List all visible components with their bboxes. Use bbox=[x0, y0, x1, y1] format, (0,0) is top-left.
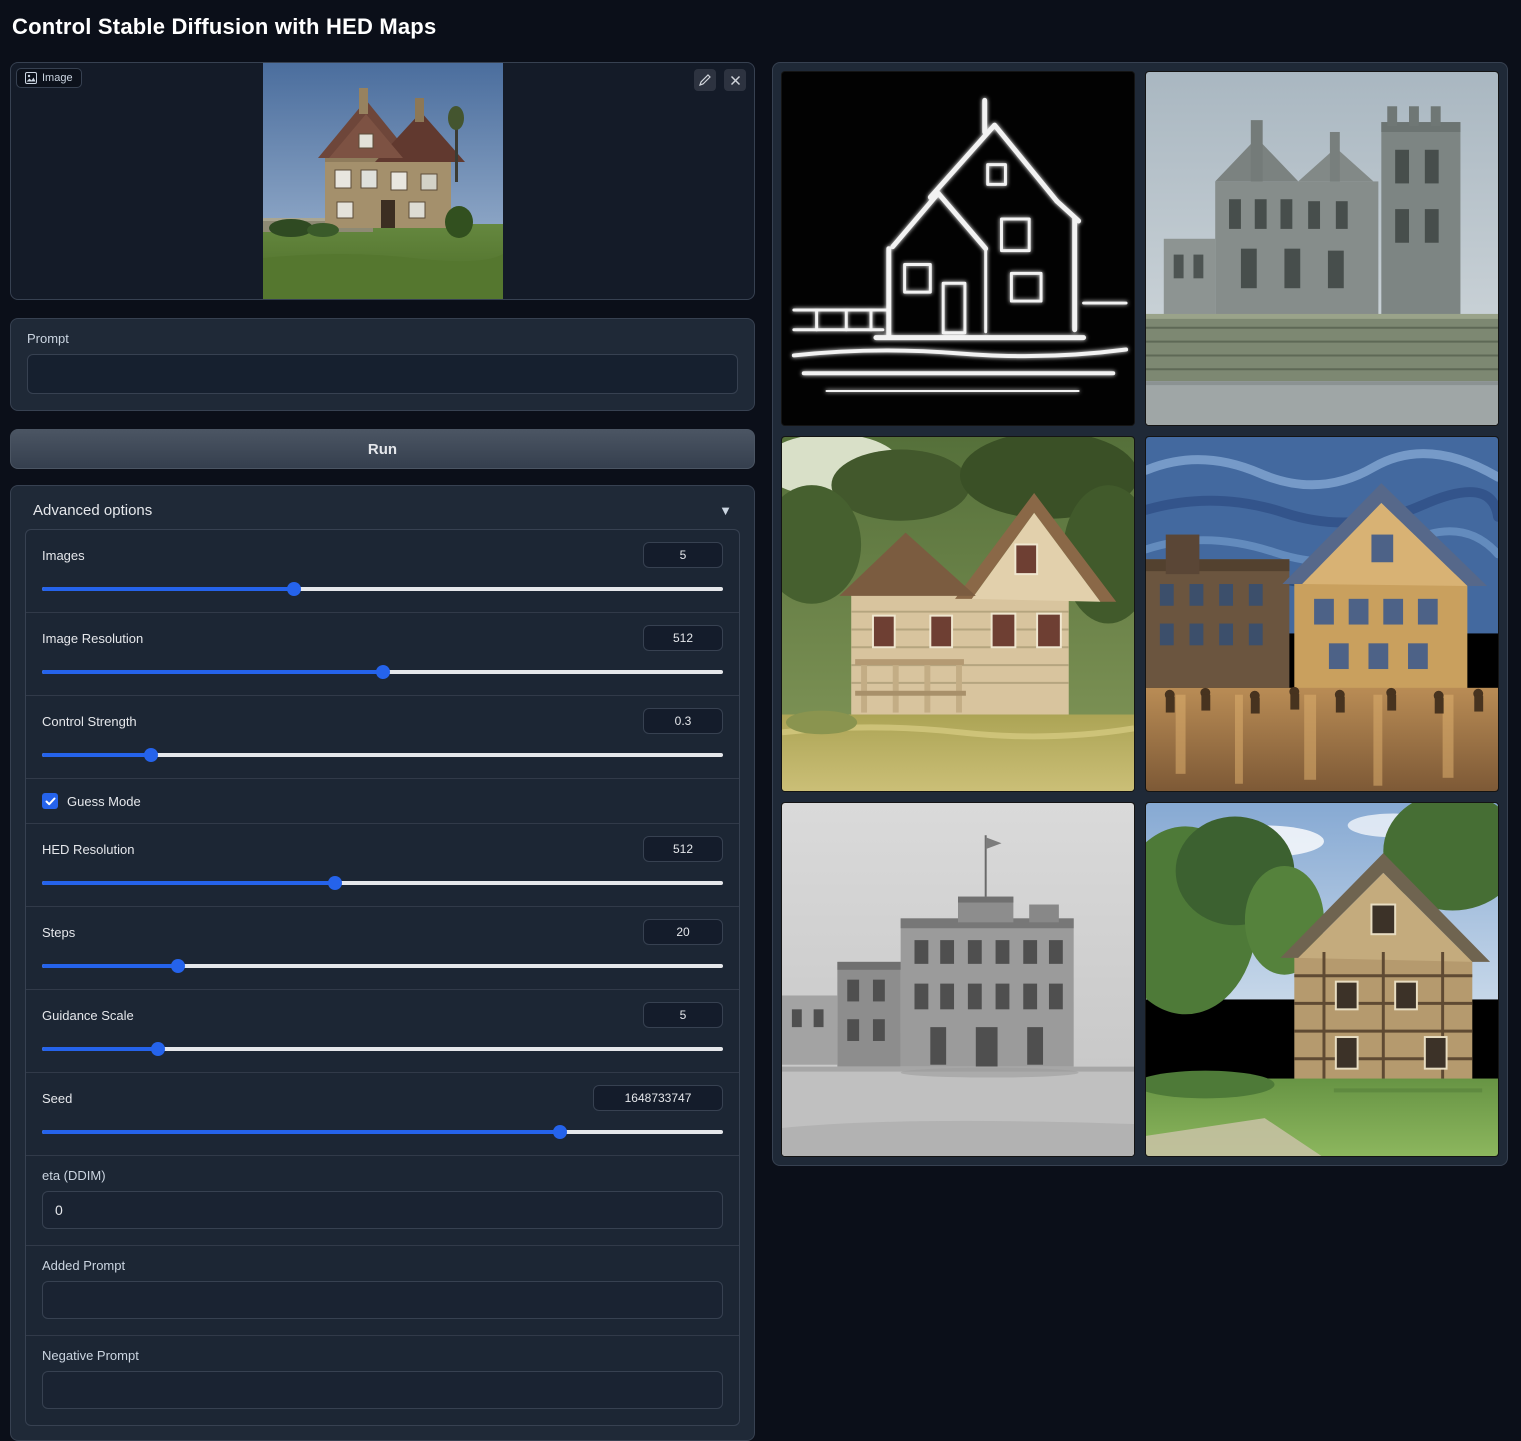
slider-fill bbox=[42, 1130, 560, 1134]
slider-fill bbox=[42, 670, 383, 674]
negative-prompt-control: Negative Prompt bbox=[26, 1335, 739, 1425]
bw-building-image bbox=[782, 803, 1134, 1156]
steps-label: Steps bbox=[42, 925, 75, 940]
image-resolution-label: Image Resolution bbox=[42, 631, 143, 646]
prompt-label: Prompt bbox=[27, 331, 738, 346]
slider-handle[interactable] bbox=[144, 748, 158, 762]
chevron-down-icon[interactable]: ▼ bbox=[719, 503, 732, 518]
steps-value-input[interactable] bbox=[643, 919, 723, 945]
image-label: Image bbox=[42, 72, 73, 84]
gallery-item-hed-map[interactable] bbox=[781, 71, 1135, 426]
controls-column: Image bbox=[10, 62, 755, 1441]
gallery-item-bw-building[interactable] bbox=[781, 802, 1135, 1157]
slider-fill bbox=[42, 964, 178, 968]
advanced-options-title: Advanced options bbox=[33, 502, 152, 519]
images-control: Images bbox=[26, 530, 739, 612]
slider-fill bbox=[42, 753, 151, 757]
pencil-icon bbox=[699, 74, 711, 86]
negative-prompt-input[interactable] bbox=[42, 1371, 723, 1409]
gallery-item-painterly-swirl[interactable] bbox=[1145, 436, 1499, 791]
steps-slider[interactable] bbox=[42, 959, 723, 973]
run-button[interactable]: Run bbox=[10, 429, 755, 469]
guess-mode-label: Guess Mode bbox=[67, 794, 141, 809]
slider-handle[interactable] bbox=[151, 1042, 165, 1056]
guess-mode-control: Guess Mode bbox=[26, 778, 739, 823]
negative-prompt-label: Negative Prompt bbox=[42, 1348, 723, 1363]
input-image[interactable] bbox=[263, 62, 503, 300]
images-value-input[interactable] bbox=[643, 542, 723, 568]
added-prompt-input[interactable] bbox=[42, 1281, 723, 1319]
timber-house-image bbox=[1146, 803, 1498, 1156]
images-label: Images bbox=[42, 548, 85, 563]
slider-fill bbox=[42, 1047, 158, 1051]
added-prompt-label: Added Prompt bbox=[42, 1258, 723, 1273]
image-resolution-value-input[interactable] bbox=[643, 625, 723, 651]
gallery-item-wooden-house[interactable] bbox=[781, 436, 1135, 791]
hed-resolution-label: HED Resolution bbox=[42, 842, 135, 857]
hed-resolution-slider[interactable] bbox=[42, 876, 723, 890]
gallery-item-timber-house[interactable] bbox=[1145, 802, 1499, 1157]
seed-value-input[interactable] bbox=[593, 1085, 723, 1111]
guidance-scale-label: Guidance Scale bbox=[42, 1008, 134, 1023]
image-resolution-control: Image Resolution bbox=[26, 612, 739, 695]
guidance-scale-value-input[interactable] bbox=[643, 1002, 723, 1028]
checkmark-icon bbox=[45, 796, 56, 807]
clear-image-button[interactable] bbox=[724, 69, 746, 91]
edit-image-button[interactable] bbox=[694, 69, 716, 91]
cathedral-image bbox=[1146, 72, 1498, 425]
guess-mode-checkbox[interactable] bbox=[42, 793, 58, 809]
hed-resolution-value-input[interactable] bbox=[643, 836, 723, 862]
control-strength-label: Control Strength bbox=[42, 714, 137, 729]
image-resolution-slider[interactable] bbox=[42, 665, 723, 679]
painterly-swirl-image bbox=[1146, 437, 1498, 790]
added-prompt-control: Added Prompt bbox=[26, 1245, 739, 1335]
slider-handle[interactable] bbox=[171, 959, 185, 973]
output-gallery bbox=[772, 62, 1508, 1166]
advanced-options-panel: Advanced options ▼ Images Image Resolut bbox=[10, 485, 755, 1441]
image-label-badge: Image bbox=[16, 68, 82, 88]
image-icon bbox=[25, 72, 37, 84]
control-strength-slider[interactable] bbox=[42, 748, 723, 762]
control-strength-value-input[interactable] bbox=[643, 708, 723, 734]
eta-control: eta (DDIM) bbox=[26, 1155, 739, 1245]
hed-resolution-control: HED Resolution bbox=[26, 823, 739, 906]
seed-label: Seed bbox=[42, 1091, 72, 1106]
eta-input[interactable] bbox=[42, 1191, 723, 1229]
slider-fill bbox=[42, 881, 335, 885]
advanced-options-header[interactable]: Advanced options ▼ bbox=[25, 500, 740, 529]
seed-slider[interactable] bbox=[42, 1125, 723, 1139]
slider-handle[interactable] bbox=[287, 582, 301, 596]
guidance-scale-slider[interactable] bbox=[42, 1042, 723, 1056]
advanced-options-body: Images Image Resolution bbox=[25, 529, 740, 1426]
steps-control: Steps bbox=[26, 906, 739, 989]
prompt-input[interactable] bbox=[27, 354, 738, 394]
page-title: Control Stable Diffusion with HED Maps bbox=[12, 14, 436, 40]
seed-control: Seed bbox=[26, 1072, 739, 1155]
slider-handle[interactable] bbox=[376, 665, 390, 679]
gallery-item-cathedral[interactable] bbox=[1145, 71, 1499, 426]
prompt-panel: Prompt bbox=[10, 318, 755, 411]
guidance-scale-control: Guidance Scale bbox=[26, 989, 739, 1072]
wooden-house-image bbox=[782, 437, 1134, 790]
slider-handle[interactable] bbox=[553, 1125, 567, 1139]
slider-handle[interactable] bbox=[328, 876, 342, 890]
input-image-panel: Image bbox=[10, 62, 755, 300]
eta-label: eta (DDIM) bbox=[42, 1168, 723, 1183]
slider-fill bbox=[42, 587, 294, 591]
close-icon bbox=[730, 75, 741, 86]
hed-map-image bbox=[782, 72, 1134, 425]
images-slider[interactable] bbox=[42, 582, 723, 596]
control-strength-control: Control Strength bbox=[26, 695, 739, 778]
